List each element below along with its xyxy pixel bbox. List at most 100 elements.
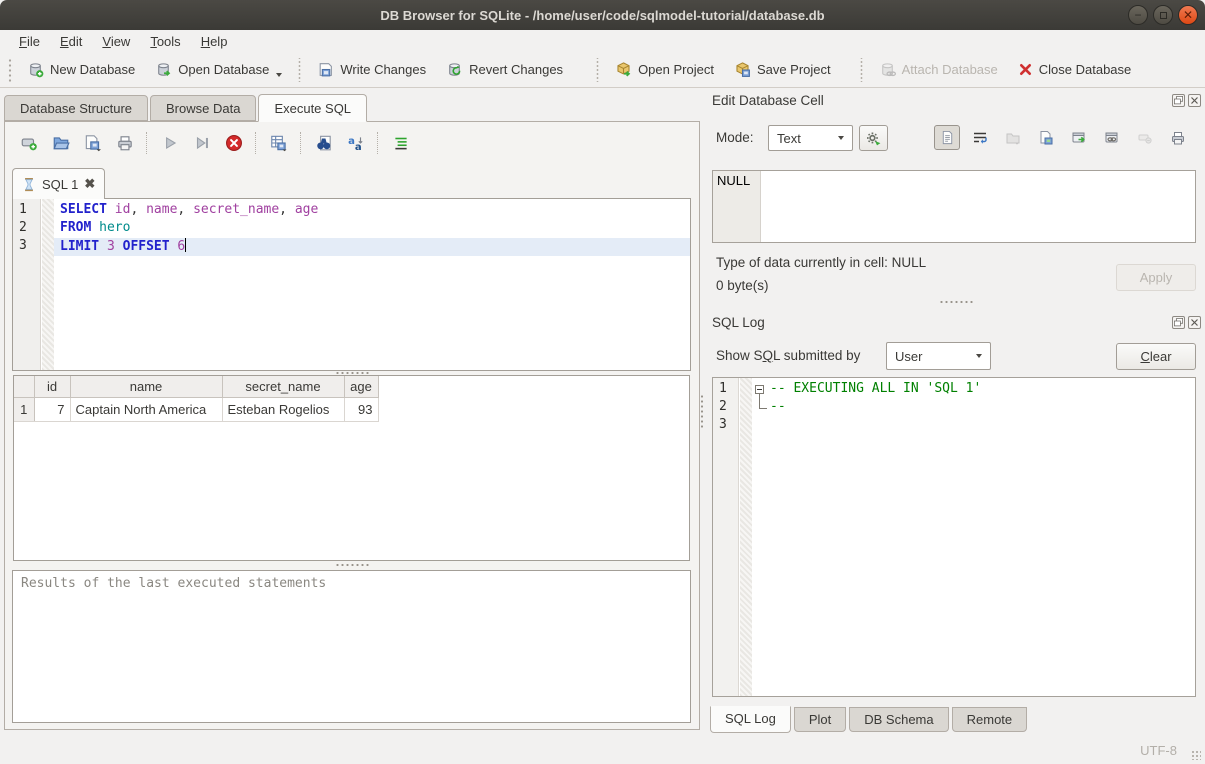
open-project-button[interactable]: Open Project [605, 55, 724, 85]
save-results-button[interactable] [265, 130, 293, 156]
word-wrap-icon [972, 130, 988, 146]
print-sql-button[interactable] [111, 130, 139, 156]
close-sql-tab-icon[interactable]: ✖ [84, 176, 95, 192]
sql-toolbar-separator [377, 132, 380, 154]
right-dock: Edit Database Cell Mode: Text [706, 92, 1205, 735]
import-cell-data-button[interactable] [1000, 125, 1026, 150]
sql-editor-tab[interactable]: SQL 1 ✖ [12, 168, 105, 199]
column-header-secret-name[interactable]: secret_name [222, 376, 344, 397]
log-filter-label: Show SQL submitted by [716, 348, 860, 363]
results-grid[interactable]: id name secret_name age 1 7 Captain Nort… [13, 375, 690, 561]
results-message-splitter[interactable] [5, 562, 699, 568]
clear-log-button[interactable]: Clear [1116, 343, 1196, 370]
cell-mode-select[interactable]: Text [768, 125, 853, 151]
attach-database-icon [879, 61, 896, 78]
cell-age[interactable]: 93 [344, 397, 378, 421]
save-project-button[interactable]: Save Project [724, 55, 841, 85]
open-sql-file-button[interactable] [47, 130, 75, 156]
find-button[interactable] [310, 130, 338, 156]
tab-remote[interactable]: Remote [952, 707, 1028, 732]
menu-edit[interactable]: Edit [51, 32, 91, 51]
maximize-button[interactable] [1153, 5, 1173, 25]
save-sql-file-button[interactable] [79, 130, 107, 156]
open-sql-file-icon [52, 134, 70, 152]
new-database-button[interactable]: New Database [17, 55, 145, 85]
cell-id[interactable]: 7 [34, 397, 70, 421]
column-header-name[interactable]: name [70, 376, 222, 397]
corner-header[interactable] [14, 376, 34, 397]
word-wrap-button[interactable] [967, 125, 993, 150]
attach-database-button[interactable]: Attach Database [869, 55, 1008, 85]
float-panel-button[interactable] [1172, 94, 1185, 107]
column-header-id[interactable]: id [34, 376, 70, 397]
tab-database-structure[interactable]: Database Structure [4, 95, 148, 121]
splitter-handle-dots [700, 394, 704, 430]
autocomplete-case-icon: a a [347, 134, 365, 152]
float-icon [1174, 96, 1183, 105]
execute-all-button[interactable] [156, 130, 184, 156]
sql-editor[interactable]: 1 2 3 SELECT id, name, secret_name, age … [12, 198, 691, 371]
chevron-down-icon [838, 136, 844, 140]
float-panel-button[interactable] [1172, 316, 1185, 329]
menu-file[interactable]: File [10, 32, 49, 51]
dock-splitter[interactable] [706, 299, 1205, 305]
execute-line-button[interactable] [188, 130, 216, 156]
menu-tools[interactable]: Tools [141, 32, 189, 51]
close-panel-button[interactable] [1188, 94, 1201, 107]
open-database-dropdown-arrow[interactable] [276, 73, 282, 77]
set-null-button[interactable] [1132, 125, 1158, 150]
resize-grip[interactable] [1191, 750, 1201, 760]
copy-link-button[interactable] [1099, 125, 1125, 150]
log-line-1: -- EXECUTING ALL IN 'SQL 1' [770, 381, 981, 396]
stop-execution-button[interactable] [220, 130, 248, 156]
row-header[interactable]: 1 [14, 397, 34, 421]
apply-button[interactable]: Apply [1116, 264, 1196, 291]
minimize-button[interactable]: − [1128, 5, 1148, 25]
splitter-handle-dots [939, 300, 973, 304]
cell-type-info: Type of data currently in cell: NULL [716, 255, 926, 270]
open-in-external-button[interactable] [1066, 125, 1092, 150]
tab-db-schema[interactable]: DB Schema [849, 707, 948, 732]
revert-changes-button[interactable]: Revert Changes [436, 55, 573, 85]
cell-value: NULL [717, 173, 750, 188]
execute-line-icon [193, 134, 211, 152]
format-sql-button[interactable] [387, 130, 415, 156]
print-cell-button[interactable] [1165, 125, 1191, 150]
new-sql-tab-icon [20, 134, 38, 152]
write-changes-icon [317, 61, 334, 78]
app-window: DB Browser for SQLite - /home/user/code/… [0, 0, 1205, 764]
close-panel-button[interactable] [1188, 316, 1201, 329]
tab-execute-sql[interactable]: Execute SQL [258, 94, 367, 122]
titlebar[interactable]: DB Browser for SQLite - /home/user/code/… [0, 0, 1205, 30]
open-sql-new-tab-button[interactable] [15, 130, 43, 156]
cell-secret-name[interactable]: Esteban Rogelios [222, 397, 344, 421]
fold-margin [42, 199, 54, 370]
encoding-indicator[interactable]: UTF-8 [1140, 743, 1177, 758]
main-splitter[interactable] [699, 390, 705, 434]
menu-help[interactable]: Help [192, 32, 237, 51]
column-header-age[interactable]: age [344, 376, 378, 397]
sql-toolbar-separator [255, 132, 258, 154]
log-filter-select[interactable]: User [886, 342, 991, 370]
fold-collapse-icon[interactable] [755, 385, 764, 394]
cell-name[interactable]: Captain North America [70, 397, 222, 421]
write-changes-button[interactable]: Write Changes [307, 55, 436, 85]
open-database-button[interactable]: Open Database [145, 55, 292, 85]
toolbar-drag-handle[interactable] [8, 58, 13, 82]
tab-sql-log[interactable]: SQL Log [710, 706, 791, 733]
autocomplete-case-button[interactable]: a a [342, 130, 370, 156]
menu-view[interactable]: View [93, 32, 139, 51]
cell-value-editor[interactable]: NULL [712, 170, 1196, 243]
apply-default-mode-button[interactable] [859, 125, 888, 151]
text-mode-button[interactable] [934, 125, 960, 150]
export-cell-data-button[interactable] [1033, 125, 1059, 150]
external-window-icon [1071, 130, 1087, 146]
sql-log-editor[interactable]: 1 2 3 -- EXECUTING ALL IN 'SQL 1' -- [712, 377, 1196, 697]
results-message-area[interactable]: Results of the last executed statements [12, 570, 691, 723]
tab-browse-data[interactable]: Browse Data [150, 95, 256, 121]
open-database-icon [155, 61, 172, 78]
tab-plot[interactable]: Plot [794, 707, 846, 732]
close-button[interactable]: ✕ [1178, 5, 1198, 25]
sql-log-dock-buttons [1172, 316, 1201, 329]
close-database-button[interactable]: Close Database [1008, 55, 1142, 85]
